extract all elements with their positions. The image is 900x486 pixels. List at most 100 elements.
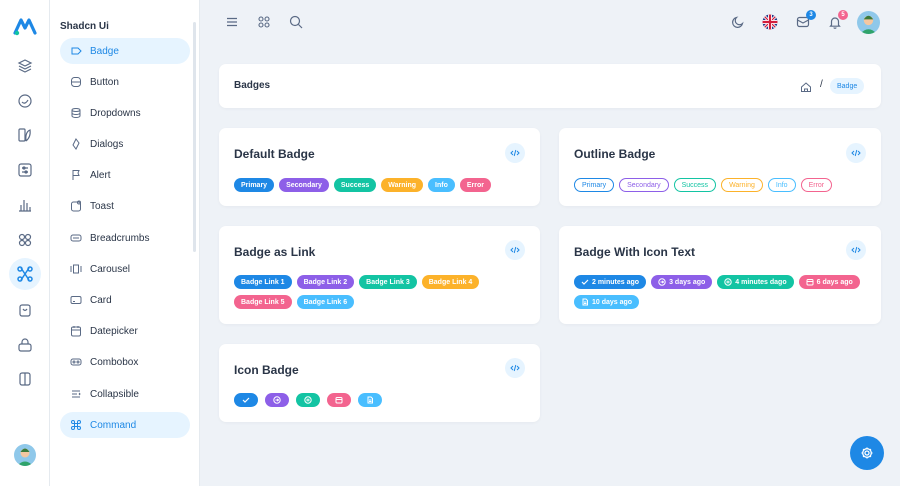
- sidebar-item-button[interactable]: Button: [60, 69, 190, 95]
- apps-icon[interactable]: [256, 14, 272, 30]
- badge-icon-text: 4 minutes dago: [717, 275, 794, 289]
- notifications-count-badge: 5: [838, 10, 848, 20]
- calendar-icon: [806, 279, 814, 286]
- sidebar-item-dropdowns[interactable]: Dropdowns: [60, 100, 190, 126]
- badge-with-icon-text-card: Badge With Icon Text 2 minutes ago 3 day…: [559, 226, 881, 324]
- card-title: Badge With Icon Text: [574, 245, 696, 259]
- settings-button[interactable]: [850, 436, 884, 470]
- sidebar-item-label: Dropdowns: [90, 107, 141, 119]
- shadcn-ui-icon[interactable]: [9, 258, 41, 290]
- layout-sidebar-icon[interactable]: [10, 364, 40, 394]
- dark-mode-icon[interactable]: [730, 14, 746, 30]
- badge-link-1[interactable]: Badge Link 1: [234, 275, 292, 289]
- sidebar-item-command[interactable]: Command: [60, 412, 190, 438]
- sidebar-item-combobox[interactable]: Combobox: [60, 349, 190, 375]
- badge-success-outline: Success: [673, 178, 717, 192]
- combobox-icon: [69, 355, 83, 369]
- badge-link-2[interactable]: Badge Link 2: [296, 275, 355, 289]
- badge-link-3[interactable]: Badge Link 3: [359, 275, 417, 289]
- code-icon[interactable]: [505, 358, 525, 378]
- code-icon[interactable]: [846, 143, 866, 163]
- badge-warning: Warning: [381, 178, 424, 192]
- app-logo[interactable]: [13, 16, 37, 36]
- badge-warning-outline: Warning: [721, 178, 763, 192]
- badge-link-5[interactable]: Badge Link 5: [234, 295, 292, 309]
- sidebar-item-datepicker[interactable]: Datepicker: [60, 318, 190, 344]
- button-icon: [69, 75, 83, 89]
- badge-info-outline: Info: [767, 178, 796, 192]
- badge-label: 3 days ago: [669, 278, 706, 286]
- sidebar-item-carousel[interactable]: Carousel: [60, 256, 190, 282]
- apps-leaf-icon[interactable]: [10, 120, 40, 150]
- badge-primary-outline: Primary: [574, 178, 615, 192]
- sidebar-item-label: Dialogs: [90, 138, 124, 150]
- components-icon[interactable]: [10, 225, 40, 255]
- card-title: Outline Badge: [574, 147, 656, 161]
- code-icon[interactable]: [846, 240, 866, 260]
- flag-icon: [69, 168, 83, 182]
- sidebar-item-label: Carousel: [90, 263, 131, 275]
- sticker-icon[interactable]: [10, 86, 40, 116]
- menu-icon[interactable]: [224, 14, 240, 30]
- card-title: Icon Badge: [234, 363, 299, 377]
- arrow-circle-icon: [658, 278, 666, 286]
- default-badge-card: Default Badge Primary Secondary Success …: [219, 128, 540, 206]
- breadcrumb-current: Badge: [830, 78, 865, 94]
- messages-icon[interactable]: 3: [795, 10, 816, 30]
- document-icon: [582, 298, 588, 306]
- toast-icon: [69, 199, 83, 213]
- sidebar-item-card[interactable]: Card: [60, 287, 190, 313]
- breadcrumb: Badges / Badge: [219, 64, 881, 108]
- home-icon[interactable]: [800, 80, 812, 92]
- check-icon: [234, 393, 258, 407]
- user-avatar[interactable]: [14, 444, 36, 466]
- breadcrumb-separator: /: [820, 79, 823, 90]
- sidebar-item-collapsible[interactable]: Collapsible: [60, 381, 190, 407]
- badge-link-6[interactable]: Badge Link 6: [296, 295, 355, 309]
- profile-avatar[interactable]: [857, 11, 880, 34]
- page-title: Badges: [234, 80, 271, 91]
- breadcrumbs-icon: [69, 231, 83, 245]
- card-title: Default Badge: [234, 147, 315, 161]
- badge-icon-text: 6 days ago: [798, 275, 860, 289]
- sidebar-item-dialogs[interactable]: Dialogs: [60, 131, 190, 157]
- card-title: Badge as Link: [234, 245, 316, 259]
- bar-chart-icon[interactable]: [10, 190, 40, 220]
- calendar-icon: [327, 393, 351, 407]
- sidebar-item-label: Badge: [90, 45, 119, 57]
- sidebar-item-toast[interactable]: Toast: [60, 193, 190, 219]
- code-icon[interactable]: [505, 143, 525, 163]
- sidebar-item-label: Button: [90, 76, 119, 88]
- sidebar-item-label: Datepicker: [90, 325, 138, 337]
- uk-flag-icon[interactable]: [762, 14, 778, 30]
- badge-primary: Primary: [234, 178, 275, 192]
- badge-label: 6 days ago: [816, 278, 853, 286]
- badge-link-4[interactable]: Badge Link 4: [421, 275, 480, 289]
- sidebar-scrollbar[interactable]: [193, 22, 196, 252]
- layers-icon[interactable]: [10, 51, 40, 81]
- sliders-icon[interactable]: [10, 155, 40, 185]
- notifications-icon[interactable]: 5: [827, 10, 848, 30]
- collapsible-icon: [69, 387, 83, 401]
- sub-sidebar: Shadcn Ui Badge Button Dropdowns Dialogs…: [50, 0, 200, 486]
- bag-icon[interactable]: [10, 295, 40, 325]
- badge-label: 4 minutes dago: [735, 278, 787, 286]
- code-icon[interactable]: [505, 240, 525, 260]
- lock-icon[interactable]: [10, 330, 40, 360]
- sidebar-item-label: Combobox: [90, 356, 139, 368]
- arrow-circle-icon: [265, 393, 289, 407]
- badge-success: Success: [333, 178, 377, 192]
- sidebar-item-label: Command: [90, 419, 137, 431]
- sidebar-item-label: Collapsible: [90, 388, 139, 400]
- sidebar-item-alert[interactable]: Alert: [60, 162, 190, 188]
- icon-badge-card: Icon Badge: [219, 344, 540, 422]
- badge-secondary-outline: Secondary: [619, 178, 669, 192]
- sidebar-item-label: Breadcrumbs: [90, 232, 150, 244]
- card-icon: [69, 293, 83, 307]
- gear-icon: [861, 447, 873, 459]
- sidebar-item-badge[interactable]: Badge: [60, 38, 190, 64]
- search-icon[interactable]: [288, 14, 304, 30]
- badge-secondary: Secondary: [279, 178, 329, 192]
- command-icon: [69, 418, 83, 432]
- sidebar-item-breadcrumbs[interactable]: Breadcrumbs: [60, 225, 190, 251]
